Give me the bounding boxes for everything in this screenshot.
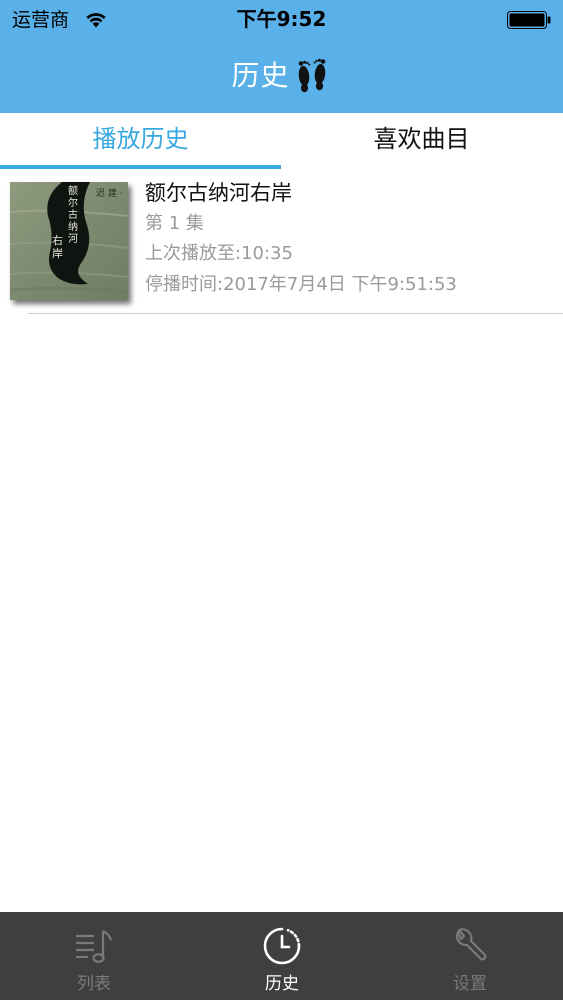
tabbar-label-settings: 设置 — [453, 974, 487, 994]
stopped-time: 停播时间:2017年7月4日 下午9:51:53 — [145, 274, 457, 295]
cover-artwork: 额 尔 古 纳 河 右 岸 迟 建 · — [10, 182, 128, 300]
tab-play-history[interactable]: 播放历史 — [0, 113, 281, 165]
track-title: 额尔古纳河右岸 — [145, 181, 292, 205]
bottom-tab-bar: 列表 历史 设置 — [0, 912, 563, 1000]
album-cover: 额 尔 古 纳 河 右 岸 迟 建 · — [10, 182, 128, 300]
tabbar-item-list[interactable]: 列表 — [0, 912, 188, 1000]
status-time: 下午9:52 — [236, 7, 327, 31]
wrench-icon — [455, 928, 487, 961]
history-tabs: 播放历史 喜欢曲目 — [0, 113, 563, 169]
footprints-icon — [298, 58, 325, 93]
history-row[interactable]: 额 尔 古 纳 河 右 岸 迟 建 · 额尔古纳河右岸 第 1 集 上次播放至: — [0, 170, 563, 314]
last-played-position: 上次播放至:10:35 — [145, 243, 293, 264]
status-bar: 运营商 下午9:52 — [0, 0, 563, 40]
svg-text:迟 建 ·: 迟 建 · — [96, 187, 123, 199]
tabbar-label-list: 列表 — [77, 974, 111, 994]
tabbar-item-settings[interactable]: 设置 — [376, 912, 563, 1000]
tab-selection-indicator — [0, 165, 281, 169]
history-screen: 运营商 下午9:52 历史 播放历史 喜欢曲目 额 尔 古 纳 河 右 岸 迟 … — [0, 0, 563, 1000]
navigation-bar: 历史 — [0, 40, 563, 113]
page-title: 历史 — [231, 59, 290, 92]
tabbar-item-history[interactable]: 历史 — [188, 912, 376, 1000]
music-list-icon — [76, 930, 113, 963]
battery-icon — [507, 11, 551, 29]
tab-favorite-tracks[interactable]: 喜欢曲目 — [281, 113, 562, 165]
tabbar-label-history: 历史 — [265, 974, 299, 994]
nav-title-group: 历史 — [0, 54, 563, 98]
row-divider — [28, 313, 563, 314]
clock-icon — [263, 927, 301, 965]
history-list: 额 尔 古 纳 河 右 岸 迟 建 · 额尔古纳河右岸 第 1 集 上次播放至: — [0, 170, 563, 314]
episode-label: 第 1 集 — [145, 213, 204, 234]
